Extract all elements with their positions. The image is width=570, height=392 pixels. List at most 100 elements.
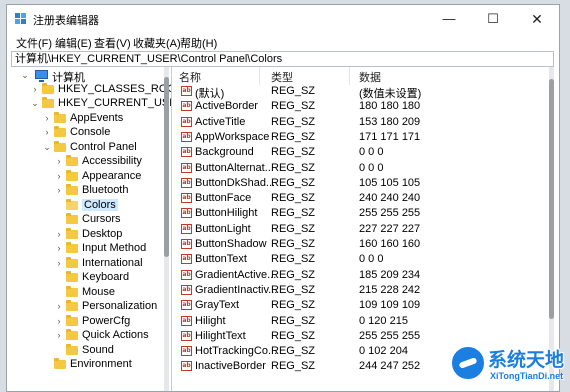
tree-scrollbar[interactable] xyxy=(164,67,169,391)
chevron-right-icon[interactable]: › xyxy=(55,316,63,326)
tree-item[interactable]: Keyboard xyxy=(11,271,171,285)
tree-item[interactable]: Environment xyxy=(11,358,171,372)
chevron-right-icon[interactable]: › xyxy=(55,258,63,268)
value-name: ButtonText xyxy=(195,253,247,266)
tree-item[interactable]: › PowerCfg xyxy=(11,315,171,329)
value-data: 0 0 0 xyxy=(359,253,384,266)
chevron-right-icon[interactable]: › xyxy=(55,301,63,311)
value-row[interactable]: ab ButtonText REG_SZ 0 0 0 xyxy=(173,252,548,267)
value-type: REG_SZ xyxy=(271,329,316,342)
value-data: 0 102 204 xyxy=(359,345,408,358)
tree-root-computer[interactable]: ⌄ 计算机 xyxy=(11,69,171,84)
value-type: REG_SZ xyxy=(271,238,316,250)
value-row[interactable]: ab Background REG_SZ 0 0 0 xyxy=(173,145,548,160)
value-type: REG_SZ xyxy=(271,146,316,159)
menu-file[interactable]: 文件(F) xyxy=(16,35,52,51)
tree-item[interactable]: › Bluetooth xyxy=(11,184,171,198)
values-list: 名称 类型 数据 ab (默认) REG_SZ (数值未设置) ab ActiveBord… xyxy=(173,67,554,391)
column-header-type[interactable]: 类型 xyxy=(271,69,293,85)
tree-item[interactable]: › HKEY_CLASSES_ROOT xyxy=(11,83,171,97)
column-divider[interactable] xyxy=(259,67,260,85)
value-type: REG_SZ xyxy=(271,161,316,174)
chevron-right-icon[interactable]: › xyxy=(55,243,63,253)
tree-scrollbar-thumb[interactable] xyxy=(164,77,169,257)
value-data: 109 109 109 xyxy=(359,299,421,312)
column-divider[interactable] xyxy=(349,67,350,85)
value-name: ButtonDkShad... xyxy=(195,176,276,189)
chevron-right-icon[interactable]: › xyxy=(43,127,51,137)
value-row[interactable]: ab ButtonLight REG_SZ 227 227 227 xyxy=(173,222,548,237)
computer-icon xyxy=(35,70,48,82)
address-bar[interactable]: 计算机\HKEY_CURRENT_USER\Control Panel\Colo… xyxy=(11,51,554,67)
folder-icon xyxy=(42,97,54,108)
tree-item[interactable]: › Personalization xyxy=(11,300,171,314)
folder-icon xyxy=(66,184,78,195)
tree-item[interactable]: › Input Method xyxy=(11,242,171,256)
chevron-right-icon[interactable]: › xyxy=(55,156,63,166)
title-bar[interactable]: 注册表编辑器 — ☐ ✕ xyxy=(7,5,559,33)
chevron-right-icon[interactable]: › xyxy=(43,113,51,123)
minimize-button[interactable]: — xyxy=(427,5,471,33)
menu-bar: 文件(F) 编辑(E) 查看(V) 收藏夹(A) 帮助(H) xyxy=(7,33,559,51)
value-row[interactable]: ab ActiveBorder REG_SZ 180 180 180 xyxy=(173,99,548,114)
value-row[interactable]: ab GradientInactiv... REG_SZ 215 228 242 xyxy=(173,283,548,298)
string-value-icon: ab xyxy=(181,131,192,142)
value-row[interactable]: ab GradientActive... REG_SZ 185 209 234 xyxy=(173,268,548,283)
value-name: Background xyxy=(195,146,254,159)
tree-item[interactable]: › Appearance xyxy=(11,170,171,184)
value-row[interactable]: ab GrayText REG_SZ 109 109 109 xyxy=(173,298,548,313)
tree-item[interactable]: ⌄ HKEY_CURRENT_USER xyxy=(11,97,171,111)
tree-item[interactable]: › Desktop xyxy=(11,228,171,242)
value-type: REG_SZ xyxy=(271,176,316,189)
menu-help[interactable]: 帮助(H) xyxy=(180,35,217,51)
string-value-icon: ab xyxy=(181,315,192,326)
chevron-right-icon[interactable]: › xyxy=(55,229,63,239)
watermark-title: 系统天地 xyxy=(488,350,565,371)
chevron-right-icon[interactable]: › xyxy=(55,171,63,181)
menu-favorites[interactable]: 收藏夹(A) xyxy=(133,35,181,51)
value-row[interactable]: ab HilightText REG_SZ 255 255 255 xyxy=(173,329,548,344)
value-row[interactable]: ab ButtonDkShad... REG_SZ 105 105 105 xyxy=(173,176,548,191)
maximize-button[interactable]: ☐ xyxy=(471,5,515,33)
value-row[interactable]: ab ButtonHilight REG_SZ 255 255 255 xyxy=(173,206,548,221)
value-data: 0 0 0 xyxy=(359,161,384,174)
value-row[interactable]: ab ButtonAlternat... REG_SZ 0 0 0 xyxy=(173,161,548,176)
globe-logo-icon xyxy=(450,345,486,381)
tree-item[interactable]: ⌄ Control Panel xyxy=(11,141,171,155)
tree-item[interactable]: › AppEvents xyxy=(11,112,171,126)
chevron-down-icon[interactable]: ⌄ xyxy=(21,70,29,81)
tree-item[interactable]: Colors xyxy=(11,199,171,213)
tree-item[interactable]: › Accessibility xyxy=(11,155,171,169)
column-header-data[interactable]: 数据 xyxy=(359,69,381,85)
menu-edit[interactable]: 编辑(E) xyxy=(55,35,92,51)
string-value-icon: ab xyxy=(181,223,192,234)
value-row[interactable]: ab (默认) REG_SZ (数值未设置) xyxy=(173,84,548,100)
folder-icon xyxy=(66,257,78,268)
folder-icon xyxy=(54,358,66,369)
tree-item-label: Keyboard xyxy=(82,271,130,283)
value-row[interactable]: ab Hilight REG_SZ 0 120 215 xyxy=(173,314,548,329)
column-header-name[interactable]: 名称 xyxy=(179,69,201,85)
tree-item[interactable]: Sound xyxy=(11,344,171,358)
tree-item[interactable]: Mouse xyxy=(11,286,171,300)
chevron-down-icon[interactable]: ⌄ xyxy=(43,142,51,153)
tree-item-label: Personalization xyxy=(82,300,158,312)
value-row[interactable]: ab ButtonFace REG_SZ 240 240 240 xyxy=(173,191,548,206)
tree-item[interactable]: › Quick Actions xyxy=(11,329,171,343)
chevron-down-icon[interactable]: ⌄ xyxy=(31,98,39,109)
menu-view[interactable]: 查看(V) xyxy=(94,35,131,51)
close-button[interactable]: ✕ xyxy=(515,5,559,33)
tree-item[interactable]: Cursors xyxy=(11,213,171,227)
chevron-right-icon[interactable]: › xyxy=(31,84,39,94)
value-row[interactable]: ab ActiveTitle REG_SZ 153 180 209 xyxy=(173,115,548,130)
value-row[interactable]: ab ButtonShadow REG_SZ 160 160 160 xyxy=(173,237,548,252)
chevron-right-icon[interactable]: › xyxy=(55,330,63,340)
values-scrollbar[interactable] xyxy=(549,67,554,391)
value-type: REG_SZ xyxy=(271,360,316,373)
tree-item[interactable]: › International xyxy=(11,257,171,271)
tree-item[interactable]: › Console xyxy=(11,126,171,140)
values-scrollbar-thumb[interactable] xyxy=(549,79,554,319)
tree-item-label: Environment xyxy=(70,358,132,370)
chevron-right-icon[interactable]: › xyxy=(55,185,63,195)
value-row[interactable]: ab AppWorkspace REG_SZ 171 171 171 xyxy=(173,130,548,145)
